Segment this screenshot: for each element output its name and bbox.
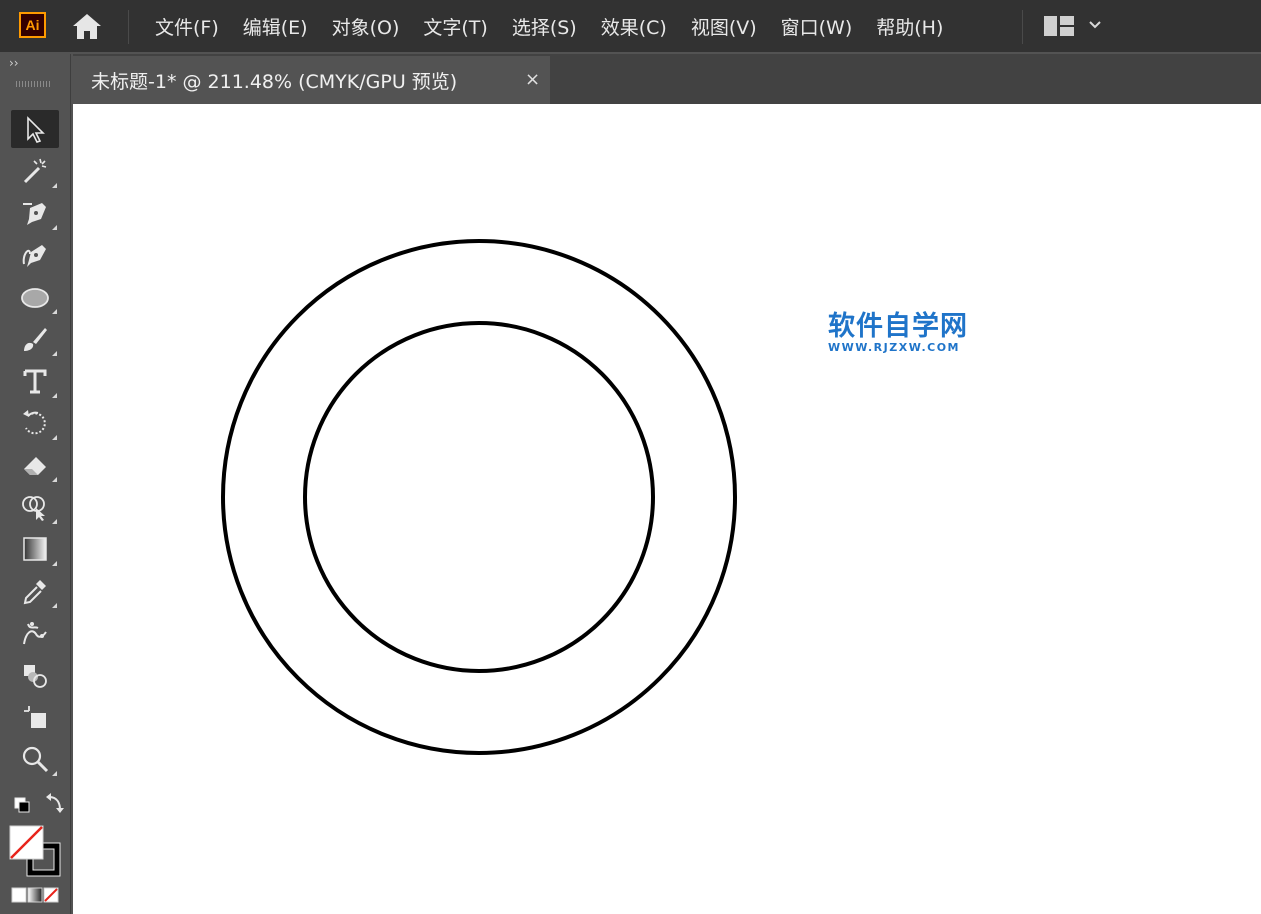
- tool-group-indicator: [52, 393, 57, 398]
- type-tool[interactable]: [11, 362, 59, 400]
- tools-panel: ››: [0, 54, 71, 914]
- document-tab[interactable]: 未标题-1* @ 211.48% (CMYK/GPU 预览) ×: [73, 56, 550, 104]
- blend-tool[interactable]: [11, 656, 59, 694]
- menu-divider: [1022, 10, 1023, 44]
- selection-tool[interactable]: [11, 110, 59, 148]
- tool-group-indicator: [52, 225, 57, 230]
- artboard-tool[interactable]: [11, 698, 59, 736]
- tool-group-indicator: [52, 519, 57, 524]
- rotate-icon: [23, 410, 46, 435]
- shape-builder-tool[interactable]: [11, 488, 59, 526]
- eraser-icon: [24, 457, 46, 475]
- paintbrush-tool[interactable]: [11, 320, 59, 358]
- document-tab-title: 未标题-1* @ 211.48% (CMYK/GPU 预览): [91, 70, 458, 93]
- swap-colors-icon[interactable]: [46, 793, 64, 813]
- menu-items: 文件(F) 编辑(E) 对象(O) 文字(T) 选择(S) 效果(C) 视图(V…: [143, 0, 955, 52]
- menu-bar: Ai 文件(F) 编辑(E) 对象(O) 文字(T) 选择(S) 效果(C) 视…: [0, 0, 1261, 52]
- arrow-pointer-icon: [27, 116, 45, 143]
- tool-group-indicator: [52, 435, 57, 440]
- menu-type[interactable]: 文字(T): [411, 13, 499, 40]
- collapse-toolbar-button[interactable]: ››: [9, 56, 19, 70]
- document-tab-bar: 未标题-1* @ 211.48% (CMYK/GPU 预览) ×: [73, 54, 1261, 104]
- watermark: 软件自学网 WWW.RJZXW.COM: [828, 304, 968, 354]
- watermark-url: WWW.RJZXW.COM: [828, 341, 960, 354]
- home-icon[interactable]: [70, 11, 104, 41]
- zoom-icon: [22, 746, 49, 773]
- tool-group-indicator: [52, 603, 57, 608]
- menu-select[interactable]: 选择(S): [500, 13, 589, 40]
- tool-group-indicator: [52, 561, 57, 566]
- gradient-tool[interactable]: [11, 530, 59, 568]
- toolbar-grip-handle[interactable]: [16, 81, 52, 87]
- type-icon: [23, 369, 47, 394]
- eyedropper-icon: [23, 580, 46, 605]
- brush-icon: [24, 328, 47, 351]
- curvature-pen-icon: [22, 245, 46, 267]
- workspace-layout-icon[interactable]: [1043, 15, 1075, 37]
- menu-window[interactable]: 窗口(W): [769, 13, 865, 40]
- artboard-canvas[interactable]: 软件自学网 WWW.RJZXW.COM: [73, 104, 1261, 914]
- color-mode-buttons[interactable]: [11, 887, 59, 903]
- tool-group-indicator: [52, 309, 57, 314]
- chevron-down-icon[interactable]: [1087, 16, 1103, 32]
- outer-circle-shape[interactable]: [221, 239, 737, 755]
- rotate-tool[interactable]: [11, 404, 59, 442]
- puppet-warp-tool[interactable]: [11, 614, 59, 652]
- fill-stroke-panel: [0, 786, 71, 914]
- ellipse-icon: [21, 288, 49, 308]
- curvature-tool[interactable]: [11, 236, 59, 274]
- tool-group-indicator: [52, 351, 57, 356]
- magic-wand-tool[interactable]: [11, 152, 59, 190]
- eyedropper-tool[interactable]: [11, 572, 59, 610]
- magic-wand-icon: [23, 158, 47, 184]
- app-logo: Ai: [19, 12, 46, 38]
- artboard-icon: [24, 706, 46, 728]
- gradient-icon: [23, 537, 47, 561]
- menu-edit[interactable]: 编辑(E): [231, 13, 320, 40]
- ellipse-tool[interactable]: [11, 278, 59, 316]
- menu-divider: [128, 10, 129, 44]
- menu-file[interactable]: 文件(F): [143, 13, 231, 40]
- shape-builder-icon: [22, 496, 45, 521]
- menu-effect[interactable]: 效果(C): [589, 13, 679, 40]
- pen-tool[interactable]: [11, 194, 59, 232]
- puppet-warp-icon: [23, 622, 47, 645]
- pen-icon: [23, 203, 46, 225]
- zoom-tool[interactable]: [11, 740, 59, 778]
- menu-object[interactable]: 对象(O): [320, 13, 412, 40]
- menu-view[interactable]: 视图(V): [679, 13, 769, 40]
- tool-group-indicator: [52, 477, 57, 482]
- inner-circle-shape[interactable]: [303, 321, 655, 673]
- menu-help[interactable]: 帮助(H): [864, 13, 955, 40]
- blend-icon: [24, 665, 47, 688]
- fill-swatch[interactable]: [9, 825, 44, 860]
- default-colors-icon[interactable]: [14, 797, 30, 813]
- tool-group-indicator: [52, 771, 57, 776]
- close-icon[interactable]: ×: [525, 69, 540, 90]
- watermark-title: 软件自学网: [828, 311, 968, 342]
- tool-group-indicator: [52, 183, 57, 188]
- eraser-tool[interactable]: [11, 446, 59, 484]
